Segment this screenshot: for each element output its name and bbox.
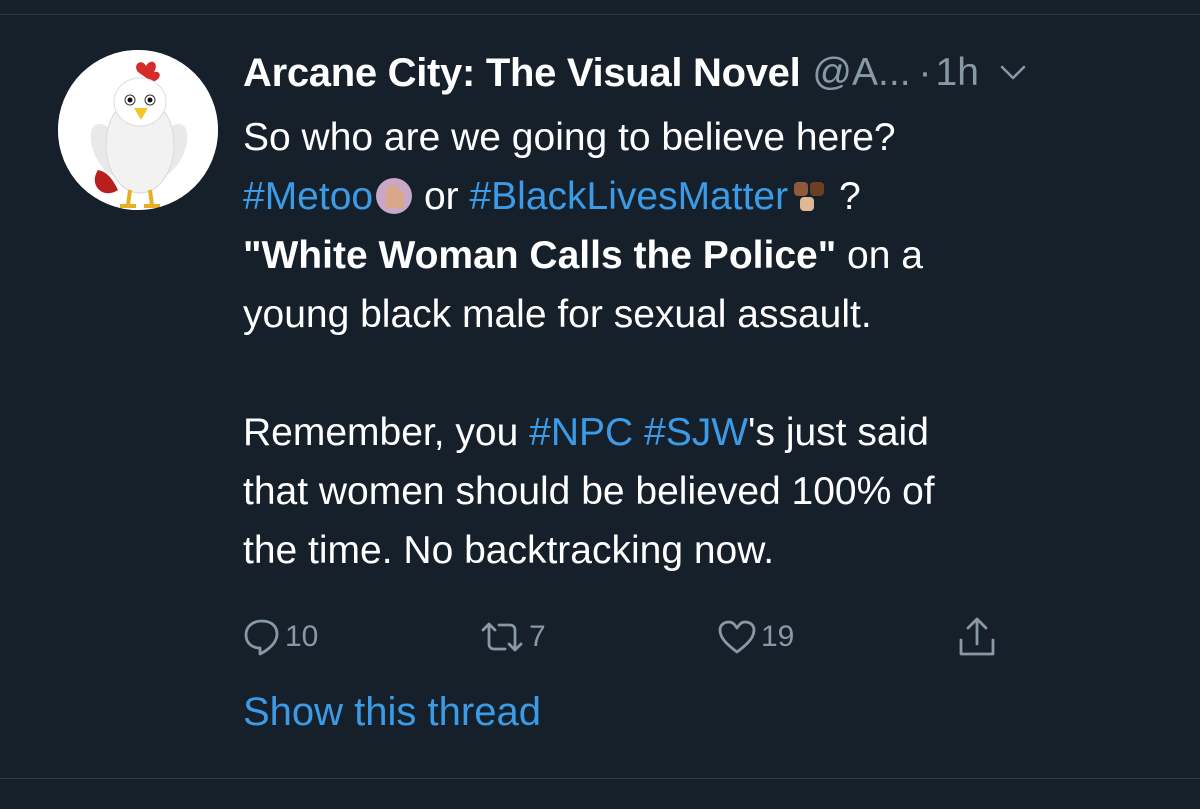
tweet-line: that women should be believed 100% of (243, 470, 935, 513)
tweet-text: So who are we going to believe here? #Me… (243, 108, 1163, 580)
reply-button[interactable]: 10 (243, 612, 318, 662)
tweet-line: Remember, you #NPC #SJW's just said (243, 403, 1163, 462)
tweet-header: Arcane City: The Visual Novel @A... · 1h (243, 48, 1163, 98)
tweet-line: #Metoo or #BlackLivesMatter ? (243, 167, 1163, 226)
share-button[interactable] (957, 612, 997, 662)
bottom-divider (0, 778, 1200, 779)
display-name[interactable]: Arcane City: The Visual Novel (243, 51, 801, 96)
retweet-button[interactable]: 7 (479, 612, 546, 662)
chevron-down-icon[interactable] (999, 58, 1029, 88)
share-icon (957, 616, 997, 658)
heart-icon (717, 619, 757, 655)
handle[interactable]: @A... (812, 51, 910, 95)
timestamp[interactable]: 1h (936, 51, 979, 95)
tweet-actions: 10 7 19 (243, 612, 1023, 662)
retweet-count: 7 (529, 620, 546, 653)
retweet-icon (479, 620, 525, 654)
separator-dot: · (918, 51, 932, 94)
tweet-line: the time. No backtracking now. (243, 529, 775, 572)
tweet-line-pre: Remember, you (243, 411, 530, 454)
like-button[interactable]: 19 (717, 612, 794, 662)
tweet-line: "White Woman Calls the Police" on a (243, 226, 1163, 285)
raised-fists-emoji-icon (790, 173, 828, 211)
quoted-headline: "White Woman Calls the Police" (243, 234, 837, 277)
hashtag-link[interactable]: #Metoo (243, 175, 373, 218)
reply-count: 10 (285, 620, 319, 653)
tweet-line-post: 's just said (748, 411, 929, 454)
tweet-line: young black male for sexual assault. (243, 293, 872, 336)
show-thread-link[interactable]: Show this thread (243, 690, 541, 735)
hashtag-link[interactable]: #NPC (529, 411, 633, 454)
avatar[interactable] (58, 50, 218, 210)
raised-hands-emoji-icon (375, 173, 413, 214)
or-text: or (423, 175, 459, 218)
chicken-avatar-image (58, 50, 218, 210)
top-divider (0, 14, 1200, 15)
question-mark: ? (838, 175, 861, 218)
hashtag-link[interactable]: #SJW (644, 411, 748, 454)
like-count: 19 (761, 620, 795, 653)
tweet-line: So who are we going to believe here? (243, 116, 896, 159)
hashtag-link[interactable]: #BlackLivesMatter (469, 175, 788, 218)
tweet-line-rest: on a (836, 234, 923, 277)
reply-icon (243, 617, 281, 657)
